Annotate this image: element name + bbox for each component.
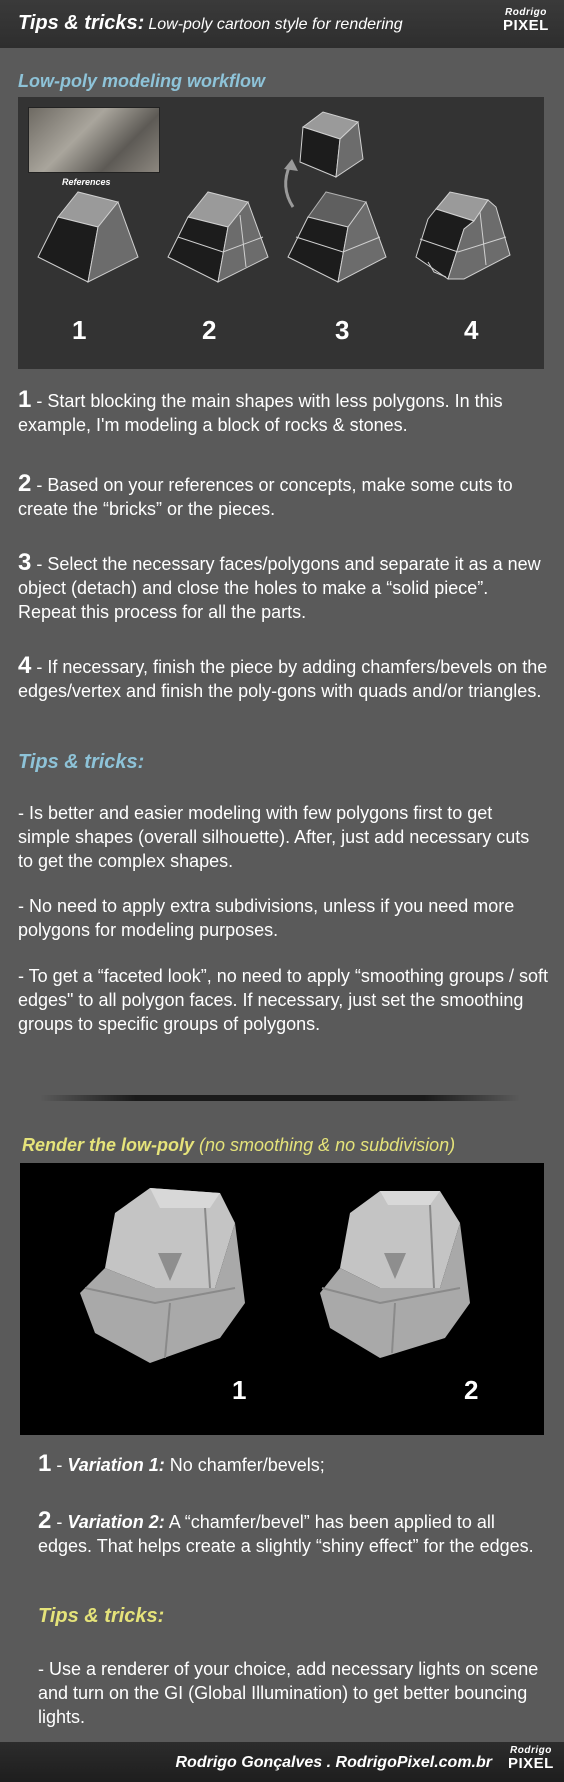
footer-logo: Rodrigo PIXEL [508, 1746, 554, 1772]
step-text: - Based on your references or concepts, … [18, 475, 513, 519]
tips-title-2: Tips & tricks: [38, 1605, 165, 1627]
step-text: - Start blocking the main shapes with le… [18, 391, 503, 435]
variation-label: Variation 2: [67, 1512, 165, 1532]
workflow-title: Low-poly modeling workflow [18, 71, 265, 91]
step-number: 2 [18, 470, 32, 497]
tip-paragraph: - No need to apply extra subdivisions, u… [18, 896, 515, 940]
block-step-1 [37, 191, 139, 283]
render-title-main: Render the low-poly [22, 1135, 195, 1155]
step-number: 4 [18, 652, 32, 679]
tip-paragraph: - Is better and easier modeling with few… [18, 803, 530, 871]
block-step-3 [284, 111, 387, 283]
render-variation-1 [80, 1188, 245, 1363]
page-subtitle: Low-poly cartoon style for rendering [148, 16, 403, 33]
step-paragraph: 1 - Start blocking the main shapes with … [18, 388, 548, 437]
workflow-step-number: 1 [72, 315, 87, 345]
render-variation-2 [320, 1191, 470, 1358]
footer-bar: Rodrigo Gonçalves . RodrigoPixel.com.br … [0, 1742, 564, 1782]
page-title-main: Tips & tricks: [18, 12, 145, 34]
workflow-step-number: 3 [335, 315, 350, 345]
section-divider [40, 1095, 520, 1101]
render-number: 2 [464, 1375, 479, 1405]
page-title: Tips & tricks: Low-poly cartoon style for… [18, 12, 403, 35]
step-paragraph: 2 - Based on your references or concepts… [18, 472, 548, 521]
workflow-illustration: References 1 2 3 4 [18, 97, 544, 369]
step-number: 1 [18, 386, 32, 413]
step-paragraph: 3 - Select the necessary faces/polygons … [18, 551, 548, 624]
workflow-step-number: 2 [202, 315, 217, 345]
block-step-4 [415, 191, 511, 280]
variation-number: 2 [38, 1507, 52, 1534]
render-title-note: (no smoothing & no subdivision) [199, 1135, 456, 1155]
variation-label: Variation 1: [67, 1455, 165, 1475]
brand-logo: Rodrigo PIXEL [503, 8, 549, 34]
tips-title: Tips & tricks: [18, 751, 145, 773]
variation-paragraph: 2 - Variation 2: A “chamfer/bevel” has b… [38, 1507, 534, 1557]
render-illustration: 1 2 [20, 1163, 544, 1435]
workflow-step-number: 4 [464, 315, 479, 345]
step-text: - Select the necessary faces/polygons an… [18, 554, 541, 622]
block-step-2 [167, 191, 269, 283]
step-number: 3 [18, 549, 32, 576]
variation-text: No chamfer/bevels; [164, 1455, 325, 1475]
footer-credit: Rodrigo Gonçalves . RodrigoPixel.com.br [175, 1754, 493, 1771]
variation-number: 1 [38, 1450, 52, 1477]
tip-paragraph-2: - Use a renderer of your choice, add nec… [38, 1659, 539, 1727]
variation-paragraph: 1 - Variation 1: No chamfer/bevels; [38, 1450, 325, 1477]
logo-line2: PIXEL [503, 17, 549, 34]
step-text: - If necessary, finish the piece by addi… [18, 657, 548, 701]
tip-paragraph: - To get a “faceted look”, no need to ap… [18, 966, 548, 1034]
render-number: 1 [232, 1375, 247, 1405]
render-title: Render the low-poly (no smoothing & no s… [22, 1135, 455, 1156]
footer-logo-line2: PIXEL [508, 1755, 554, 1772]
header-bar: Tips & tricks: Low-poly cartoon style for… [0, 0, 564, 48]
step-paragraph: 4 - If necessary, finish the piece by ad… [18, 654, 548, 703]
